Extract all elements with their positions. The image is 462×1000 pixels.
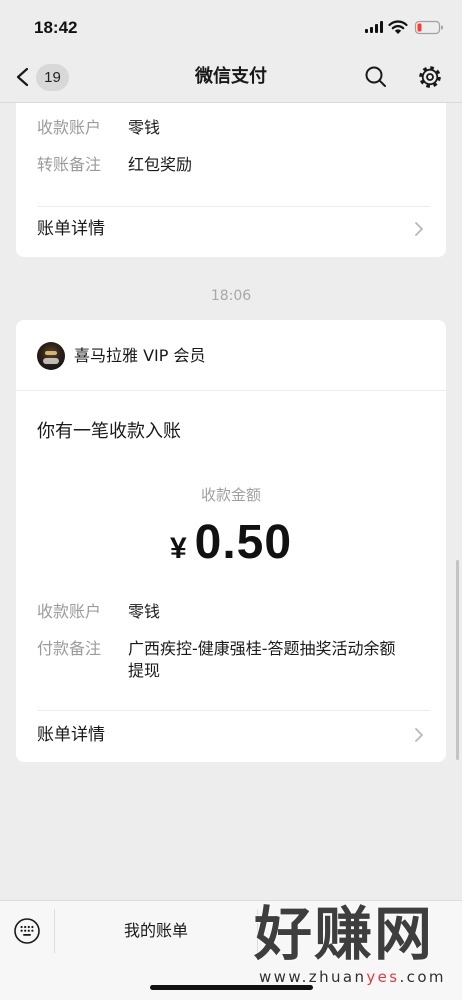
currency-symbol: ¥ bbox=[169, 532, 187, 565]
divider bbox=[16, 390, 446, 391]
row-value: 广西疾控-健康强桂-答题抽奖活动余额提现 bbox=[128, 639, 396, 680]
bill-detail-link[interactable]: 账单详情 bbox=[16, 207, 446, 251]
gear-icon[interactable] bbox=[418, 65, 442, 89]
status-bar: 18:42 bbox=[0, 0, 462, 50]
watermark-url-suffix: .com bbox=[399, 968, 446, 986]
search-icon[interactable] bbox=[364, 65, 388, 89]
nav-bar: 19 微信支付 bbox=[0, 50, 462, 103]
row-label: 转账备注 bbox=[37, 155, 102, 174]
back-button[interactable]: 19 bbox=[12, 62, 72, 92]
menu-item-label: 我的账单 bbox=[123, 921, 188, 940]
unread-count-badge: 19 bbox=[36, 64, 69, 91]
sender-name: 喜马拉雅 VIP 会员 bbox=[74, 346, 206, 365]
home-indicator[interactable] bbox=[150, 985, 313, 990]
status-time: 18:42 bbox=[34, 18, 78, 37]
amount-label: 收款金额 bbox=[200, 486, 261, 504]
bill-detail-label: 账单详情 bbox=[37, 725, 105, 745]
message-timestamp: 18:06 bbox=[210, 288, 252, 304]
bill-detail-link[interactable]: 账单详情 bbox=[16, 713, 446, 757]
row-label: 收款账户 bbox=[37, 602, 102, 621]
row-value: 红包奖励 bbox=[128, 155, 193, 174]
row-label: 付款备注 bbox=[37, 639, 102, 658]
scrollbar[interactable] bbox=[456, 560, 459, 760]
menu-item-my-bills[interactable]: 我的账单 bbox=[55, 909, 257, 953]
watermark-url-highlight: yes bbox=[366, 968, 400, 986]
page-title: 微信支付 bbox=[195, 66, 267, 87]
row-value: 零钱 bbox=[128, 602, 161, 621]
chevron-left-icon bbox=[16, 67, 29, 87]
watermark-title: 好赚网 bbox=[254, 900, 435, 968]
amount-value: 0.50 bbox=[194, 516, 293, 569]
keyboard-icon[interactable] bbox=[13, 917, 41, 945]
watermark-url-prefix: www.zhuan bbox=[259, 968, 367, 986]
system-status-icons bbox=[365, 20, 443, 35]
row-label: 收款账户 bbox=[37, 118, 102, 137]
chevron-right-icon bbox=[415, 222, 423, 236]
row-value: 零钱 bbox=[128, 118, 161, 137]
bill-detail-label: 账单详情 bbox=[37, 219, 105, 239]
divider bbox=[37, 710, 430, 711]
payment-message-card[interactable]: 喜马拉雅 VIP 会员 你有一笔收款入账 收款金额 ¥ 0.50 收款账户 零钱… bbox=[16, 320, 446, 762]
message-headline: 你有一笔收款入账 bbox=[37, 421, 181, 442]
chevron-right-icon bbox=[415, 728, 423, 742]
avatar bbox=[37, 342, 65, 370]
battery-low-icon bbox=[414, 20, 443, 35]
watermark-url: www.zhuanyes.com bbox=[259, 968, 446, 986]
amount: ¥ 0.50 bbox=[16, 513, 446, 573]
cellular-signal-icon bbox=[365, 21, 383, 33]
wifi-icon bbox=[388, 20, 408, 35]
